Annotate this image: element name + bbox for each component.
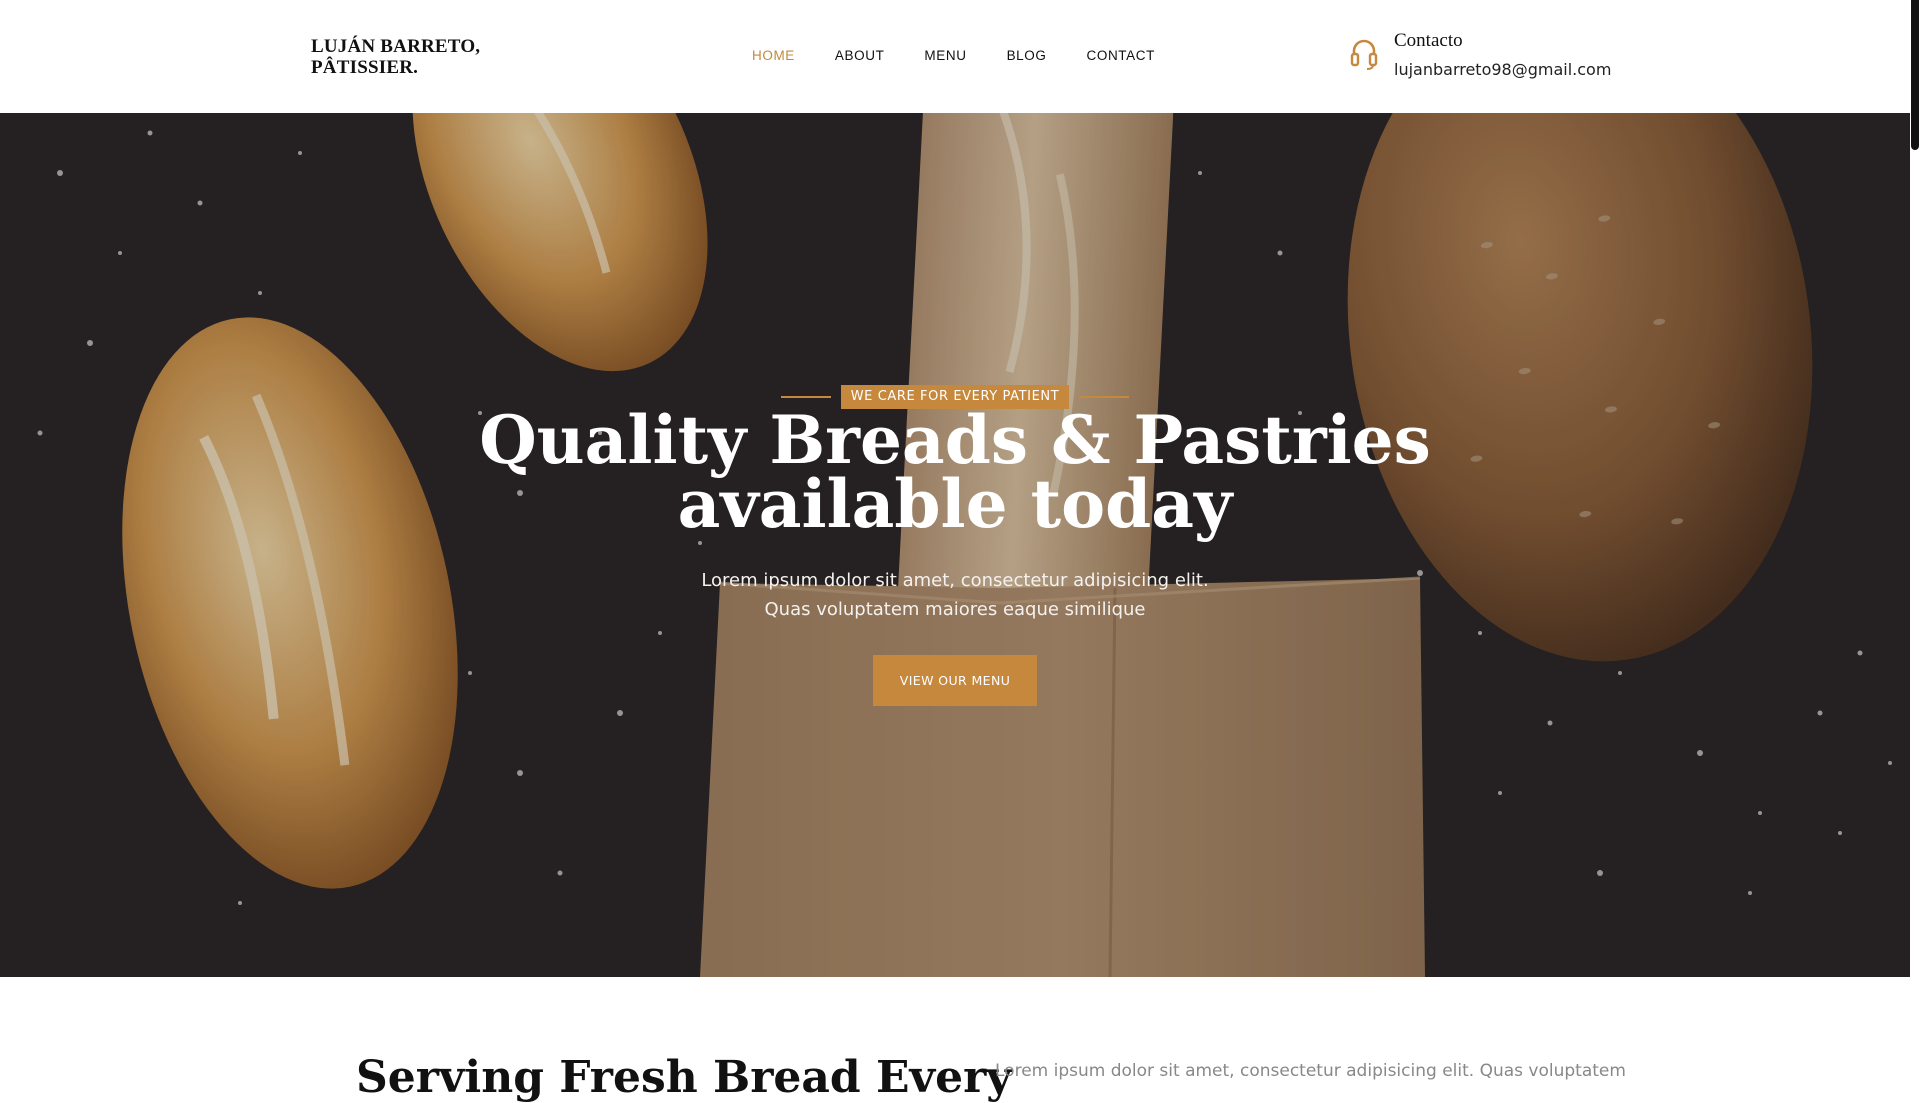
tagline-divider-left xyxy=(780,396,831,398)
scrollbar-thumb[interactable] xyxy=(1911,0,1919,150)
main-nav: HOME ABOUT MENU BLOG CONTACT xyxy=(752,0,1195,111)
view-menu-button[interactable]: VIEW OUR MENU xyxy=(873,655,1037,706)
hero-subtitle-line-1: Lorem ipsum dolor sit amet, consectetur … xyxy=(701,570,1209,591)
hero-title-line-1: Quality Breads & Pastries xyxy=(479,401,1431,479)
site-logo[interactable]: LUJÁN BARRETO, PÂTISSIER. xyxy=(311,36,511,78)
logo-line-1: LUJÁN BARRETO, xyxy=(311,36,481,57)
nav-blog[interactable]: BLOG xyxy=(1007,48,1047,63)
contact-email[interactable]: lujanbarreto98@gmail.com xyxy=(1394,60,1611,79)
hero-title-line-2: available today xyxy=(677,465,1233,543)
nav-menu[interactable]: MENU xyxy=(924,48,966,63)
section-title: Serving Fresh Bread Every xyxy=(356,1052,1012,1103)
headset-icon xyxy=(1350,39,1378,70)
nav-about[interactable]: ABOUT xyxy=(835,48,885,63)
site-header: LUJÁN BARRETO, PÂTISSIER. HOME ABOUT MEN… xyxy=(0,0,1910,113)
hero-banner: WE CARE FOR EVERY PATIENT Quality Breads… xyxy=(0,113,1910,977)
nav-contact[interactable]: CONTACT xyxy=(1087,48,1155,63)
nav-home[interactable]: HOME xyxy=(752,48,795,63)
hero-subtitle: Lorem ipsum dolor sit amet, consectetur … xyxy=(0,566,1910,624)
tagline-divider-right xyxy=(1079,396,1130,398)
hero-subtitle-line-2: Quas voluptatem maiores eaque similique xyxy=(764,599,1146,620)
section-text: Lorem ipsum dolor sit amet, consectetur … xyxy=(995,1061,1626,1081)
hero-title: Quality Breads & Pastries available toda… xyxy=(0,401,1910,543)
contact-title: Contacto xyxy=(1394,30,1463,51)
logo-line-2: PÂTISSIER. xyxy=(311,57,419,78)
hero-overlay xyxy=(0,113,1910,977)
scrollbar-track[interactable] xyxy=(1910,0,1920,1080)
